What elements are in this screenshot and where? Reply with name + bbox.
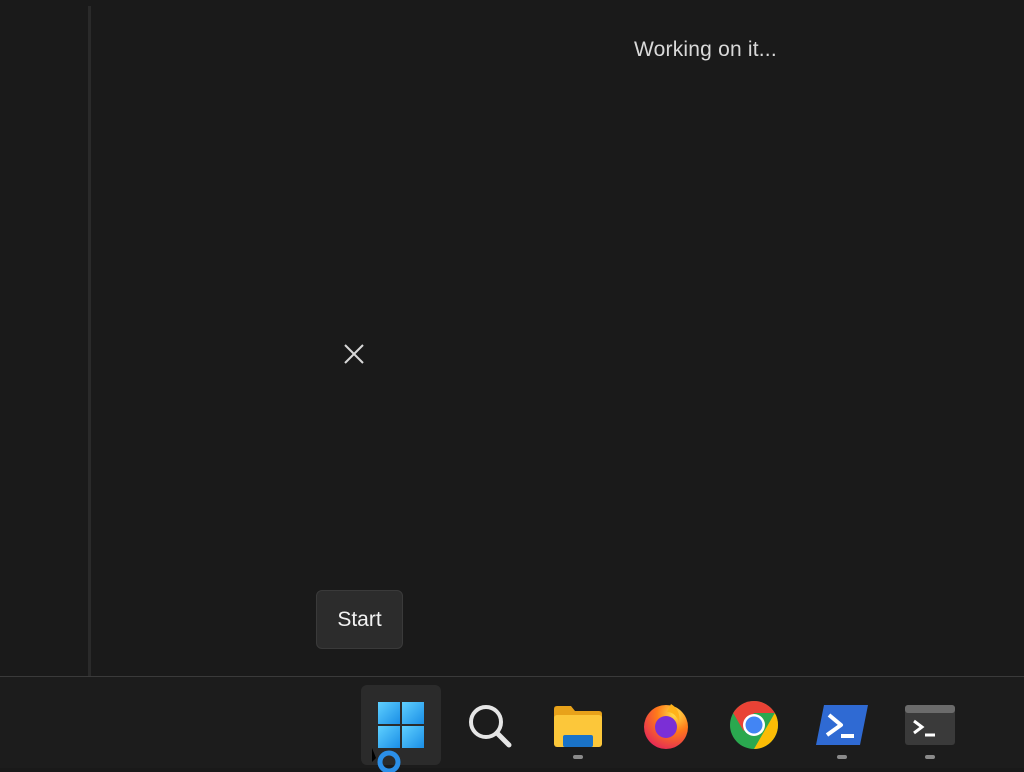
running-indicator — [837, 755, 847, 759]
search-icon — [469, 705, 512, 748]
terminal-button[interactable] — [890, 685, 970, 765]
chrome-icon — [730, 701, 779, 749]
windows-logo-icon — [378, 702, 424, 748]
side-divider — [88, 6, 91, 676]
search-button[interactable] — [449, 685, 529, 765]
start-tooltip: Start — [316, 590, 403, 649]
status-text: Working on it... — [634, 38, 777, 61]
busy-cursor-icon — [372, 748, 401, 772]
terminal-icon — [905, 705, 955, 745]
powershell-icon — [816, 705, 868, 745]
close-icon[interactable] — [343, 343, 365, 365]
desktop-area: Working on it... Start — [0, 0, 1024, 676]
taskbar — [0, 676, 1024, 768]
powershell-button[interactable] — [802, 685, 882, 765]
folder-icon — [554, 706, 602, 747]
firefox-icon — [644, 704, 688, 749]
chrome-button[interactable] — [714, 685, 794, 765]
firefox-button[interactable] — [626, 685, 706, 765]
running-indicator — [925, 755, 935, 759]
file-explorer-button[interactable] — [538, 685, 618, 765]
running-indicator — [573, 755, 583, 759]
